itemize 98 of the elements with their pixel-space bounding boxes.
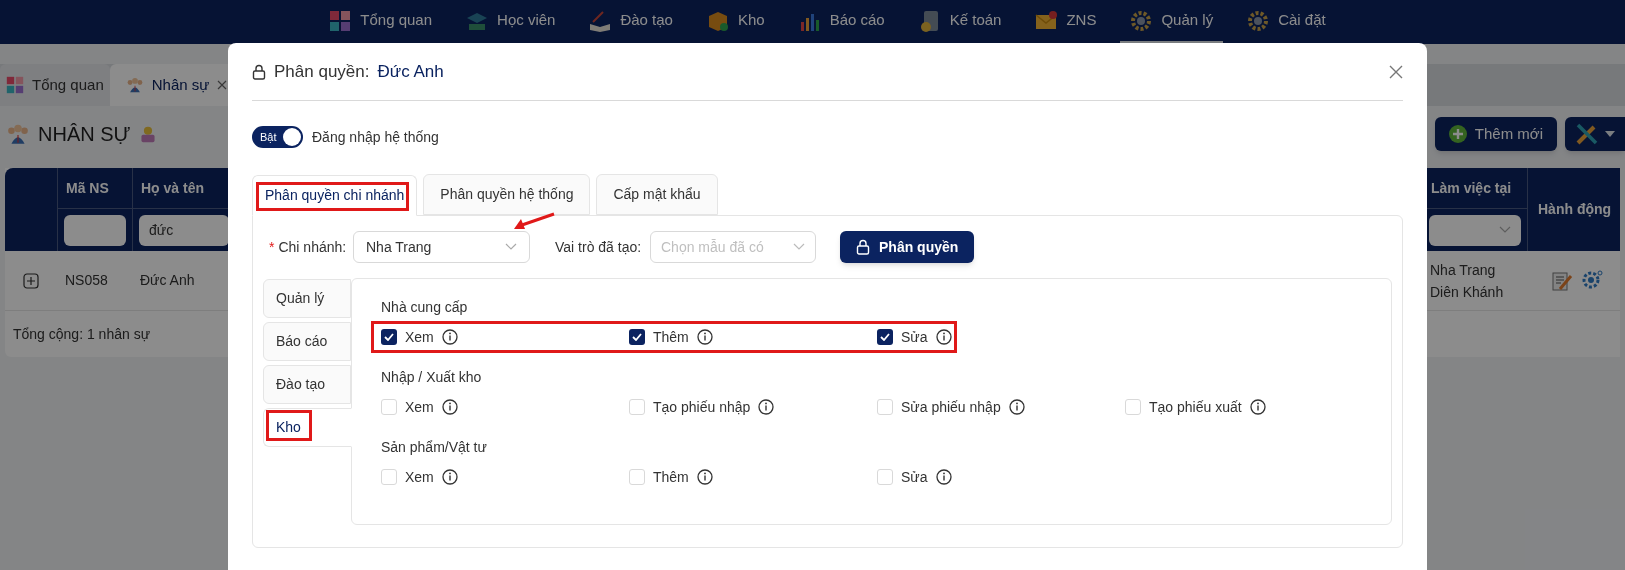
lock-icon [252, 63, 266, 80]
dialog-title: Phân quyền: [274, 60, 370, 83]
info-icon [441, 399, 458, 415]
checkbox[interactable] [381, 469, 397, 485]
info-icon [696, 329, 713, 345]
close-icon[interactable] [217, 80, 228, 90]
table-cell-text: Đức Anh [139, 271, 196, 290]
employee-name: Đức Anh [377, 60, 444, 83]
box-icon [706, 9, 729, 32]
table-cell-text: NS058 [64, 271, 109, 290]
checkbox[interactable] [381, 329, 397, 345]
caret-icon [1605, 131, 1615, 137]
info-icon [1008, 399, 1025, 415]
checkbox[interactable] [381, 399, 397, 415]
side-tab[interactable]: Đào tạo [263, 365, 351, 404]
info-icon [935, 469, 952, 485]
gear-icon [1130, 9, 1153, 32]
column-header: Làm việc tại [1430, 178, 1513, 198]
envelope-icon [1035, 9, 1058, 32]
person-at-desk-icon [138, 125, 157, 143]
side-tab[interactable]: Báo cáo [263, 322, 351, 361]
nav-item[interactable]: Cài đặt [1237, 0, 1336, 44]
nav-item[interactable]: Học viên [456, 0, 566, 44]
check-icon [632, 333, 642, 341]
column-header: Hành động [1538, 200, 1612, 219]
page-tab[interactable]: Tổng quan [0, 64, 110, 106]
checkbox[interactable] [629, 469, 645, 485]
close-icon[interactable] [1389, 64, 1403, 79]
checkbox[interactable] [629, 399, 645, 415]
checkbox[interactable] [877, 399, 893, 415]
side-tab[interactable]: Kho [263, 408, 352, 447]
table-cell-text: Nha Trang [1430, 260, 1497, 280]
lock-icon [856, 239, 870, 255]
toggle-label: Đăng nhập hệ thống [312, 127, 439, 147]
plus-icon [1448, 125, 1467, 143]
tiles-icon [6, 76, 24, 94]
checkbox[interactable] [1125, 399, 1141, 415]
gear-icon [1247, 9, 1270, 32]
permission-button[interactable]: Phân quyền [840, 231, 975, 263]
filter-field[interactable] [64, 214, 126, 246]
filter-field[interactable]: đức [139, 214, 229, 246]
tiles-icon [329, 9, 352, 32]
chevron-down-icon [505, 243, 517, 251]
column-header: Họ và tên [140, 178, 205, 198]
checkbox-label: Tạo phiếu nhập [653, 397, 751, 417]
table-footer: Tổng cộng: 1 nhân sự [13, 323, 151, 345]
page-title: NHÂN SỰ [38, 122, 131, 147]
add-new-button[interactable]: Thêm mới [1434, 117, 1557, 151]
group-title: Nhập / Xuất kho [381, 368, 483, 387]
tab[interactable]: Phân quyền chi nhánh [252, 175, 418, 216]
check-icon [384, 333, 394, 341]
nav-item[interactable]: Kho [696, 0, 775, 44]
nav-item[interactable]: ZNS [1025, 0, 1107, 44]
checkbox-label: Xem [405, 467, 434, 487]
field-label: Chi nhánh: [278, 237, 347, 257]
required-mark: * [269, 237, 275, 257]
nav-item[interactable]: Tổng quan [319, 0, 443, 44]
book-icon [589, 9, 612, 32]
column-header: Mã NS [65, 178, 110, 198]
checkbox-label: Thêm [653, 467, 689, 487]
field-label: Vai trò đã tạo: [555, 237, 643, 257]
checkbox-label: Tạo phiếu xuất [1149, 397, 1242, 417]
chevron-down-icon [793, 243, 805, 251]
info-icon [935, 329, 952, 345]
group-title: Nhà cung cấp [381, 298, 469, 317]
info-icon [441, 469, 458, 485]
info-icon [758, 399, 775, 415]
checkbox-label: Thêm [653, 327, 689, 347]
side-tab[interactable]: Quản lý [263, 279, 351, 318]
edit-icon[interactable] [1551, 269, 1573, 292]
tools-menu-button[interactable] [1565, 117, 1625, 151]
checkbox[interactable] [877, 469, 893, 485]
checkbox[interactable] [877, 329, 893, 345]
people-icon [6, 122, 30, 146]
login-toggle[interactable]: Bật [252, 126, 303, 148]
checkbox-label: Sửa [901, 467, 928, 487]
info-icon [441, 329, 458, 345]
check-icon [880, 333, 890, 341]
calculator-icon [918, 9, 941, 32]
people-icon [125, 76, 144, 94]
filter-field[interactable] [1429, 214, 1521, 246]
checkbox[interactable] [629, 329, 645, 345]
checkbox-label: Sửa [901, 327, 928, 347]
chevron-down-icon [1499, 226, 1511, 234]
checkbox-label: Xem [405, 397, 434, 417]
tab[interactable]: Phân quyền hệ thống [423, 174, 591, 215]
info-icon [1249, 399, 1266, 415]
nav-item[interactable]: Kế toán [908, 0, 1012, 44]
wrench-pencil-icon [1575, 122, 1599, 146]
tab[interactable]: Cấp mật khẩu [596, 174, 718, 215]
group-title: Sản phẩm/Vật tư [381, 438, 488, 457]
nav-item[interactable]: Báo cáo [788, 0, 895, 44]
expand-icon[interactable] [23, 272, 39, 289]
info-icon [696, 469, 713, 485]
checkbox-label: Sửa phiếu nhập [901, 397, 1001, 417]
table-cell-text: Diên Khánh [1430, 282, 1505, 302]
checkbox-label: Xem [405, 327, 434, 347]
nav-item[interactable]: Đào tạo [579, 0, 683, 44]
